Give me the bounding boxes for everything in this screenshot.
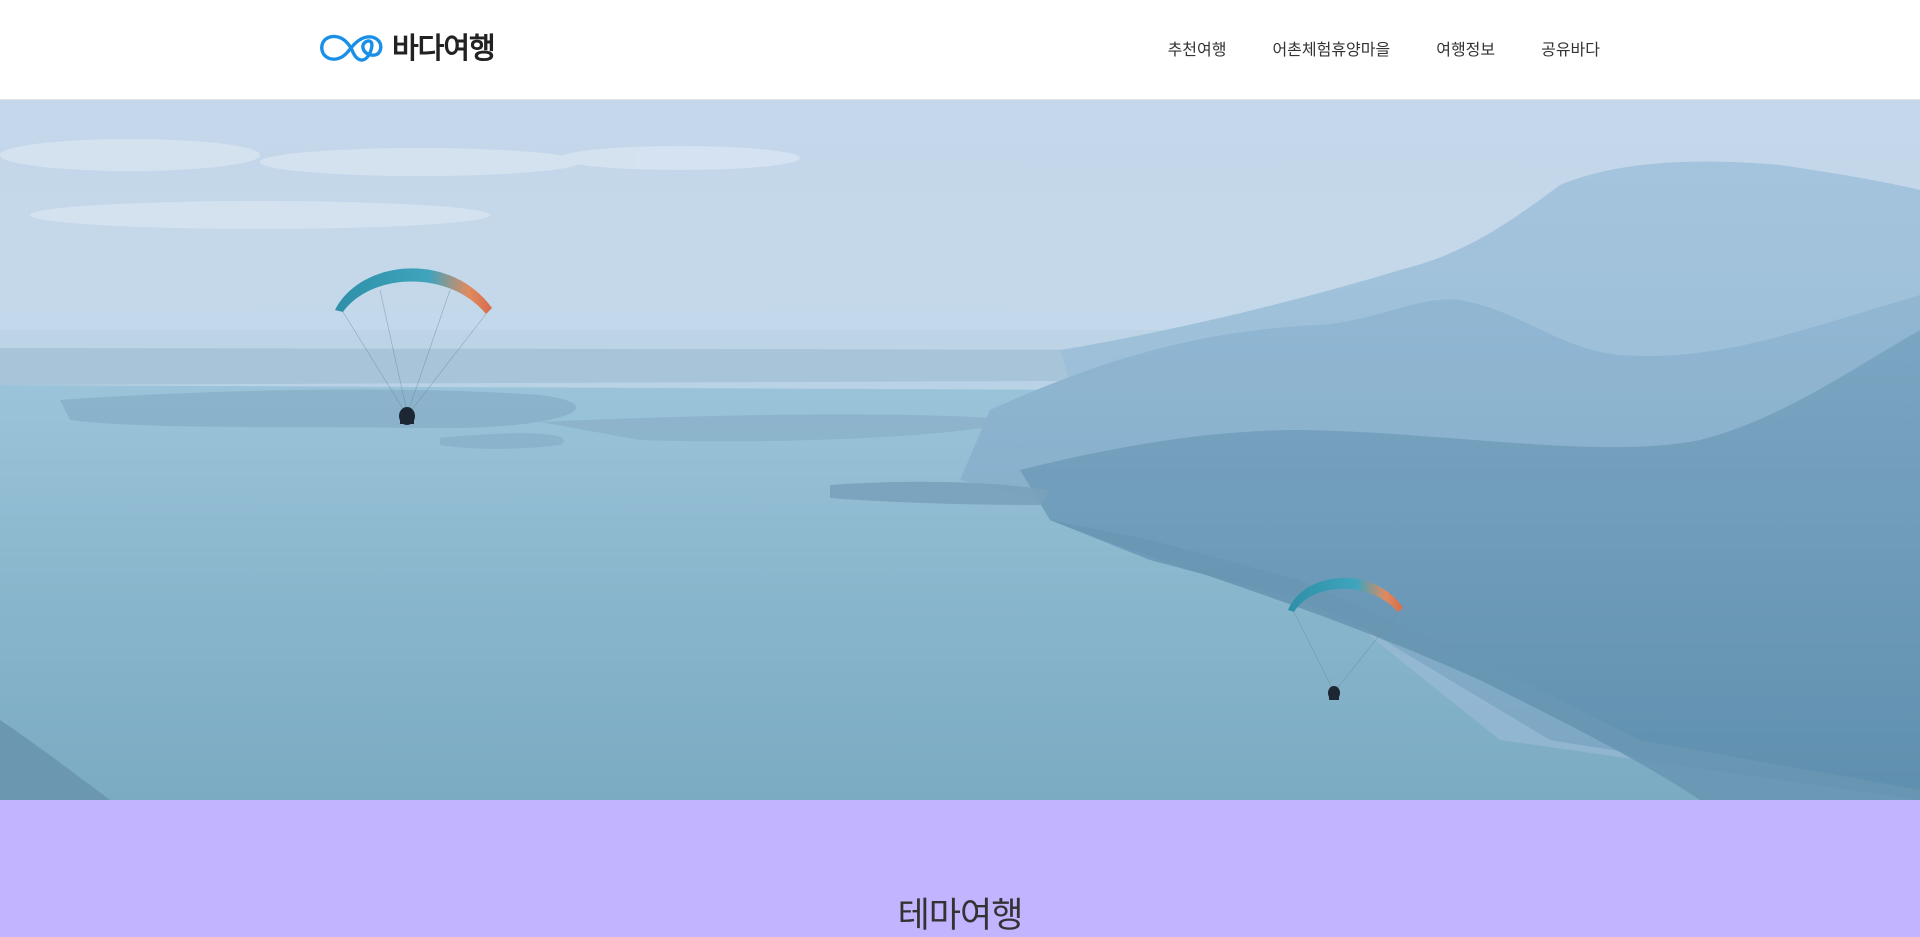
section-title: 테마여행 xyxy=(897,896,1024,936)
site-header: 바다여행 추천여행 어촌체험휴양마을 여행정보 공유바다 xyxy=(0,0,1920,100)
infinity-logo-icon xyxy=(320,34,383,62)
hero-banner xyxy=(0,100,1920,800)
hero-landscape-image xyxy=(0,100,1920,800)
theme-travel-section: 테마여행 xyxy=(0,800,1920,937)
main-nav: 추천여행 어촌체험휴양마을 여행정보 공유바다 xyxy=(1168,37,1600,63)
brand-name: 바다여행 xyxy=(392,31,496,65)
nav-item-recommended-travel[interactable]: 추천여행 xyxy=(1168,37,1227,63)
nav-item-fishing-village[interactable]: 어촌체험휴양마을 xyxy=(1272,37,1390,63)
logo-link[interactable]: 바다여행 xyxy=(318,28,496,68)
nav-item-shared-sea[interactable]: 공유바다 xyxy=(1541,37,1600,63)
nav-item-travel-info[interactable]: 여행정보 xyxy=(1436,37,1495,63)
